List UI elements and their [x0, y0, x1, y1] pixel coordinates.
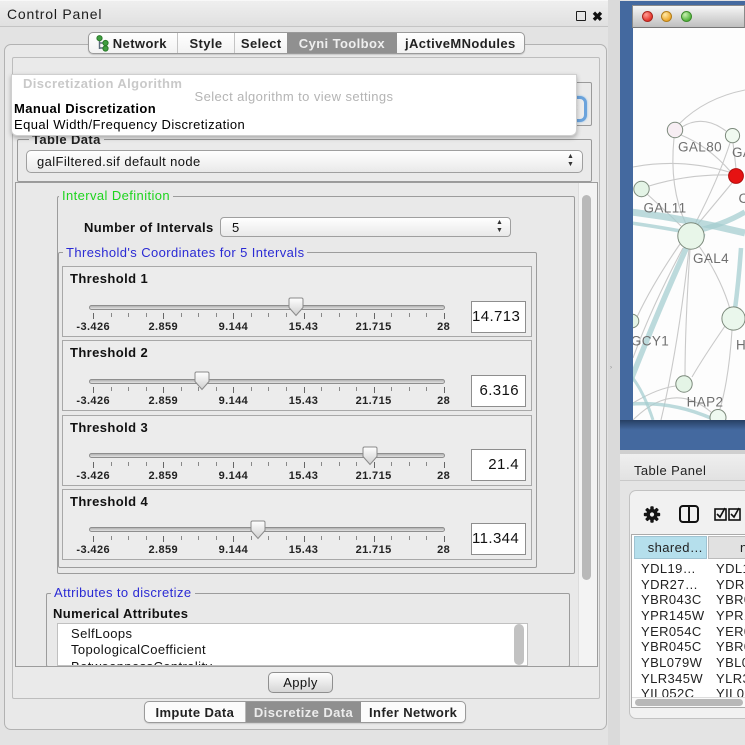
- svg-text:GAL80: GAL80: [678, 140, 722, 155]
- svg-text:HIS4: HIS4: [736, 338, 745, 353]
- svg-text:GAL11: GAL11: [643, 201, 686, 216]
- svg-text:GAL5: GAL5: [732, 145, 745, 160]
- svg-text:GAL4: GAL4: [693, 251, 729, 266]
- svg-text:GCY1: GCY1: [633, 334, 669, 349]
- svg-text:CLN1: CLN1: [739, 191, 745, 206]
- svg-text:HAP2: HAP2: [687, 395, 724, 410]
